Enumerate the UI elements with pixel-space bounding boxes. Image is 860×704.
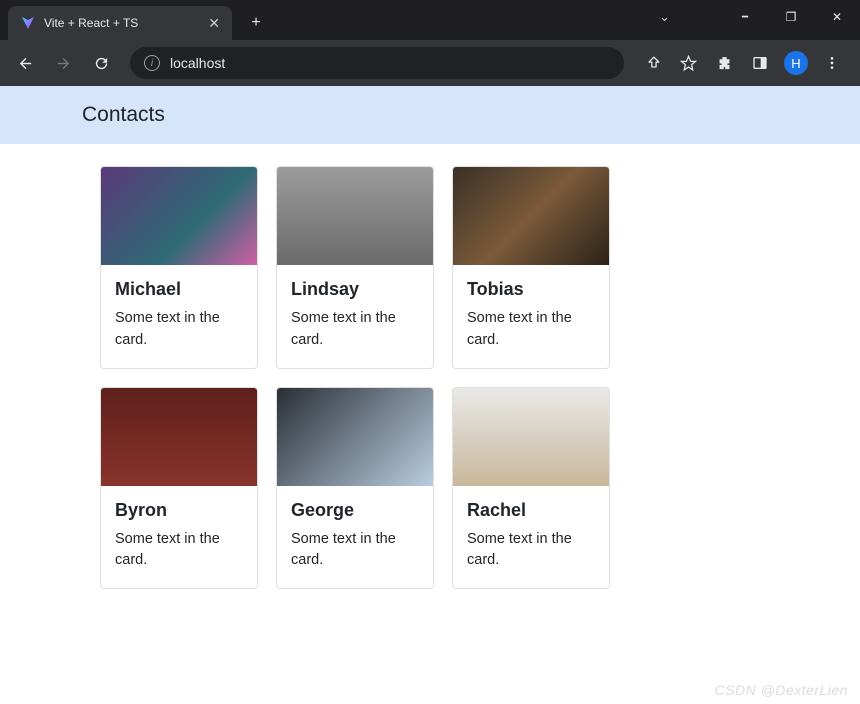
tab-close-icon[interactable]: ✕	[208, 15, 220, 32]
page-title: Contacts	[0, 86, 860, 144]
contact-text: Some text in the card.	[467, 529, 595, 573]
card-body: Rachel Some text in the card.	[453, 486, 609, 589]
toolbar-right: H	[636, 47, 852, 79]
share-icon[interactable]	[636, 47, 668, 79]
browser-tab[interactable]: Vite + React + TS ✕	[8, 6, 232, 40]
card-body: Lindsay Some text in the card.	[277, 265, 433, 368]
tab-title: Vite + React + TS	[44, 16, 200, 30]
forward-button	[46, 46, 80, 80]
contact-name: Lindsay	[291, 279, 419, 300]
window-controls: ━ ❐ ✕	[722, 0, 860, 34]
contact-card[interactable]: George Some text in the card.	[276, 387, 434, 590]
page-viewport: Contacts Michael Some text in the card. …	[0, 86, 860, 704]
menu-button[interactable]	[816, 47, 848, 79]
contact-text: Some text in the card.	[291, 529, 419, 573]
new-tab-button[interactable]: +	[242, 9, 270, 37]
card-body: Byron Some text in the card.	[101, 486, 257, 589]
watermark: CSDN @DexterLien	[715, 682, 848, 698]
contact-card[interactable]: Lindsay Some text in the card.	[276, 166, 434, 369]
side-panel-icon[interactable]	[744, 47, 776, 79]
reload-button[interactable]	[84, 46, 118, 80]
contact-photo	[453, 167, 609, 265]
contact-text: Some text in the card.	[115, 308, 243, 352]
contacts-grid: Michael Some text in the card. Lindsay S…	[0, 144, 760, 589]
contact-name: Byron	[115, 500, 243, 521]
card-body: Tobias Some text in the card.	[453, 265, 609, 368]
close-window-button[interactable]: ✕	[814, 0, 860, 34]
contact-text: Some text in the card.	[115, 529, 243, 573]
contact-card[interactable]: Byron Some text in the card.	[100, 387, 258, 590]
reload-icon	[93, 55, 110, 72]
titlebar: Vite + React + TS ✕ + ⌄ ━ ❐ ✕	[0, 0, 860, 40]
contact-name: Tobias	[467, 279, 595, 300]
site-info-icon[interactable]: i	[144, 55, 160, 71]
minimize-button[interactable]: ━	[722, 0, 768, 34]
vite-favicon-icon	[20, 15, 36, 31]
profile-button[interactable]: H	[780, 47, 812, 79]
address-text: localhost	[170, 55, 225, 71]
contact-card[interactable]: Tobias Some text in the card.	[452, 166, 610, 369]
contact-name: George	[291, 500, 419, 521]
contact-name: Michael	[115, 279, 243, 300]
extensions-icon[interactable]	[708, 47, 740, 79]
contact-photo	[101, 167, 257, 265]
contact-text: Some text in the card.	[291, 308, 419, 352]
contact-photo	[453, 388, 609, 486]
tabs-dropdown-icon[interactable]: ⌄	[659, 9, 670, 25]
contact-card[interactable]: Michael Some text in the card.	[100, 166, 258, 369]
contact-photo	[277, 167, 433, 265]
arrow-right-icon	[55, 55, 72, 72]
contact-text: Some text in the card.	[467, 308, 595, 352]
kebab-menu-icon	[824, 55, 840, 71]
profile-avatar: H	[784, 51, 808, 75]
address-bar[interactable]: i localhost	[130, 47, 624, 79]
card-body: Michael Some text in the card.	[101, 265, 257, 368]
back-button[interactable]	[8, 46, 42, 80]
card-body: George Some text in the card.	[277, 486, 433, 589]
contact-photo	[277, 388, 433, 486]
maximize-button[interactable]: ❐	[768, 0, 814, 34]
arrow-left-icon	[17, 55, 34, 72]
bookmark-icon[interactable]	[672, 47, 704, 79]
contact-photo	[101, 388, 257, 486]
browser-toolbar: i localhost H	[0, 40, 860, 86]
contact-card[interactable]: Rachel Some text in the card.	[452, 387, 610, 590]
contact-name: Rachel	[467, 500, 595, 521]
